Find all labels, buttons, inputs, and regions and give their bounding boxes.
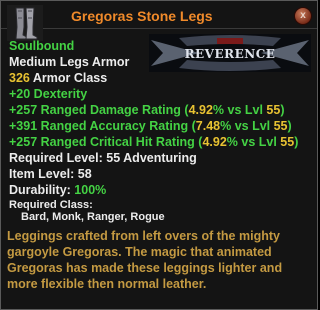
header-divider	[1, 28, 317, 29]
durability-label: Durability:	[9, 183, 75, 197]
required-classes: Bard, Monk, Ranger, Rogue	[21, 211, 165, 223]
stat-percent: 7.48	[195, 119, 221, 133]
stat-percent: 4.92	[202, 135, 227, 149]
item-level: Item Level: 58	[9, 167, 92, 181]
guild-banner-text: REVERENCE	[185, 47, 276, 61]
soulbound-text: Soulbound	[9, 39, 75, 53]
item-tooltip: Gregoras Stone Legs x REVERENCE Soulboun…	[0, 0, 318, 310]
stat-end: )	[287, 119, 292, 133]
stat-level: 55	[280, 135, 295, 149]
stat-mid: % vs Lvl	[212, 103, 267, 117]
stat-label: +391 Ranged Accuracy Rating (	[9, 119, 196, 133]
required-level: Required Level: 55 Adventuring	[9, 151, 197, 165]
stat-end: )	[294, 135, 299, 149]
armor-class-line: 326 Armor Class	[9, 71, 107, 85]
stat-mid: % vs Lvl	[226, 135, 281, 149]
stat-dexterity: +20 Dexterity	[9, 87, 88, 101]
durability-value: 100%	[74, 183, 107, 197]
armor-label: Armor Class	[29, 71, 108, 85]
stat-level: 55	[266, 103, 281, 117]
required-class-label: Required Class:	[9, 199, 93, 211]
stat-ranged-critical: +257 Ranged Critical Hit Rating (4.92% v…	[9, 135, 298, 149]
stat-level: 55	[273, 119, 288, 133]
stat-ranged-accuracy: +391 Ranged Accuracy Rating (7.48% vs Lv…	[9, 119, 292, 133]
guild-banner: REVERENCE	[149, 34, 311, 72]
stat-label: +257 Ranged Critical Hit Rating (	[9, 135, 203, 149]
item-title: Gregoras Stone Legs	[71, 8, 213, 24]
close-icon[interactable]: x	[294, 7, 312, 25]
stat-label: +257 Ranged Damage Rating (	[9, 103, 189, 117]
item-description: Leggings crafted from left overs of the …	[7, 229, 283, 291]
item-type: Medium Legs Armor	[9, 55, 130, 69]
armor-value: 326	[9, 71, 30, 85]
stat-mid: % vs Lvl	[220, 119, 274, 133]
durability-line: Durability: 100%	[9, 183, 106, 197]
stat-percent: 4.92	[188, 103, 213, 117]
stat-end: )	[280, 103, 285, 117]
stat-ranged-damage: +257 Ranged Damage Rating (4.92% vs Lvl …	[9, 103, 285, 117]
leg-armor-icon	[7, 5, 43, 41]
